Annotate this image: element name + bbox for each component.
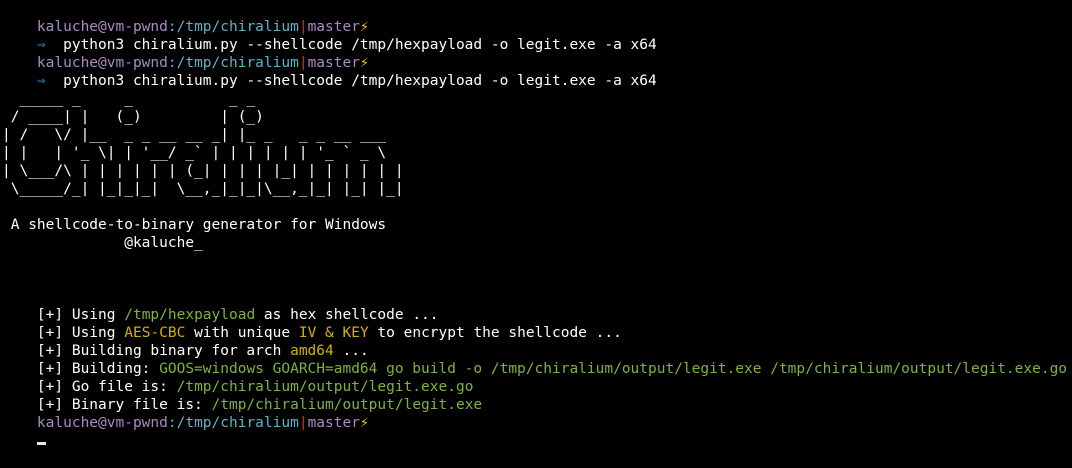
banner-ascii-line: / ____| | (_) | (_) bbox=[2, 109, 264, 125]
log-highlight-2: IV & KEY bbox=[298, 325, 369, 341]
log-highlight: /tmp/hexpayload bbox=[124, 307, 256, 323]
prompt-at: @ bbox=[98, 19, 107, 35]
log-suffix: ... bbox=[333, 343, 369, 359]
prompt-path: /tmp/chiralium bbox=[176, 415, 299, 431]
prompt-user: kaluche bbox=[36, 55, 99, 71]
log-highlight: GOOS=windows GOARCH=amd64 go build -o /t… bbox=[159, 361, 1068, 377]
log-suffix: to encrypt the shellcode ... bbox=[368, 325, 622, 341]
arrow-icon: ⇒ bbox=[36, 37, 46, 53]
log-prefix: [+] Binary file is: bbox=[36, 397, 212, 413]
prompt-host: vm-pwnd bbox=[106, 55, 168, 71]
banner-ascii-line: \_____/_| |_|_|_| \__,_|_|_|\__,_|_| |_|… bbox=[2, 181, 404, 197]
terminal-cursor[interactable] bbox=[36, 442, 46, 445]
log-highlight: amd64 bbox=[290, 343, 334, 359]
prompt-colon: : bbox=[167, 19, 177, 35]
prompt-at: @ bbox=[98, 55, 107, 71]
prompt-user: kaluche bbox=[36, 415, 99, 431]
prompt-branch: master bbox=[307, 415, 360, 431]
log-highlight: AES-CBC bbox=[124, 325, 186, 341]
command-text: python3 chiralium.py --shellcode /tmp/he… bbox=[45, 73, 657, 89]
prompt-path: /tmp/chiralium bbox=[176, 19, 299, 35]
prompt-colon: : bbox=[167, 55, 177, 71]
prompt-pipe: | bbox=[298, 415, 308, 431]
log-line: [+] Using /tmp/hexpayload as hex shellco… bbox=[0, 288, 1072, 323]
prompt-branch: master bbox=[307, 55, 360, 71]
prompt-colon: : bbox=[167, 415, 177, 431]
log-mid: with unique bbox=[185, 325, 299, 341]
log-prefix: [+] Using bbox=[36, 307, 125, 323]
log-highlight: /tmp/chiralium/output/legit.exe bbox=[211, 397, 483, 413]
prompt-host: vm-pwnd bbox=[106, 19, 168, 35]
command-text: python3 chiralium.py --shellcode /tmp/he… bbox=[45, 37, 657, 53]
bolt-icon: ⚡ bbox=[359, 415, 369, 431]
prompt-branch: master bbox=[307, 19, 360, 35]
banner-tagline: A shellcode-to-binary generator for Wind… bbox=[2, 217, 387, 233]
log-highlight: /tmp/chiralium/output/legit.exe.go bbox=[176, 379, 474, 395]
prompt-user: kaluche bbox=[36, 19, 99, 35]
log-prefix: [+] Go file is: bbox=[36, 379, 177, 395]
prompt-at: @ bbox=[98, 415, 107, 431]
bolt-icon: ⚡ bbox=[359, 19, 369, 35]
log-suffix: as hex shellcode ... bbox=[255, 307, 439, 323]
prompt-pipe: | bbox=[298, 55, 308, 71]
prompt-path: /tmp/chiralium bbox=[176, 55, 299, 71]
banner-ascii-line: | / \/ |__ _ _ __ __ _| |_ _ _ _ __ ___ bbox=[2, 127, 387, 143]
prompt-pipe: | bbox=[298, 19, 308, 35]
prompt-line-1: kaluche@vm-pwnd:/tmp/chiralium|master⚡ bbox=[0, 0, 1072, 35]
banner-ascii-line: | \___/\ | | | | | | (_| | | | |_| | | |… bbox=[2, 163, 404, 179]
bolt-icon: ⚡ bbox=[359, 55, 369, 71]
banner-ascii-line: _____ _ _ _ _ bbox=[2, 91, 256, 107]
log-prefix: [+] Building binary for arch bbox=[36, 343, 291, 359]
banner-ascii-line: | | | '_ \| | '__/ _` | | | | | | '_ ` _… bbox=[2, 145, 387, 161]
banner-author: @kaluche_ bbox=[2, 235, 203, 251]
arrow-icon: ⇒ bbox=[36, 73, 46, 89]
terminal-window[interactable]: kaluche@vm-pwnd:/tmp/chiralium|master⚡ ⇒… bbox=[0, 0, 1072, 445]
log-prefix: [+] Building: bbox=[36, 361, 160, 377]
log-prefix: [+] Using bbox=[36, 325, 125, 341]
prompt-host: vm-pwnd bbox=[106, 415, 168, 431]
